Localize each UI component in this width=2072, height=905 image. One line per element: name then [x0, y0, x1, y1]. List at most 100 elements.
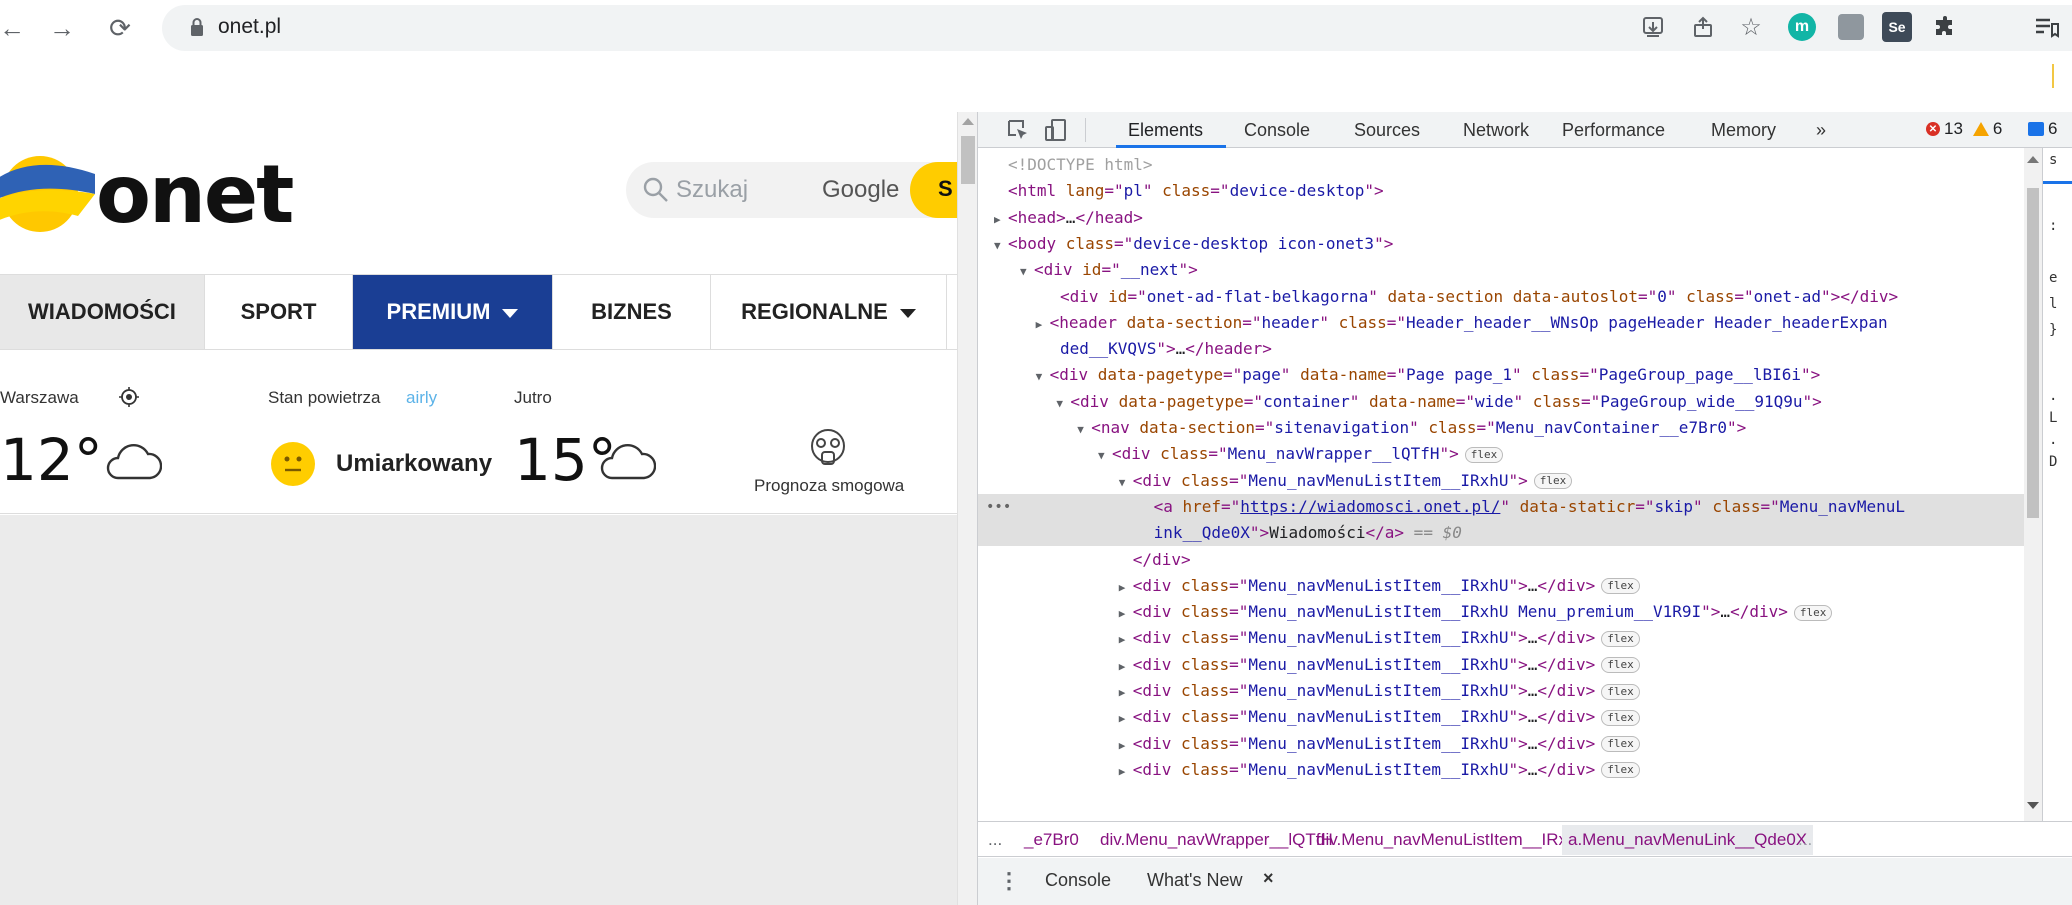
- lock-icon[interactable]: [190, 17, 204, 37]
- airly-logo[interactable]: airly: [406, 388, 437, 408]
- scroll-down-arrow-icon[interactable]: [2027, 802, 2039, 809]
- extension-m-icon[interactable]: m: [1788, 13, 1816, 41]
- flex-badge[interactable]: flex: [1601, 578, 1640, 595]
- node-actions-icon[interactable]: •••: [986, 494, 1011, 520]
- dom-node[interactable]: ▶ <head>…</head>: [978, 205, 2024, 231]
- dom-node[interactable]: ▶ <div class="Menu_navMenuListItem__IRxhU…: [978, 757, 2024, 783]
- flex-badge[interactable]: flex: [1793, 604, 1833, 621]
- issues-counter[interactable]: ✕ 13 6: [1926, 119, 2002, 139]
- dom-node[interactable]: ▶ <div class="Menu_navMenuListItem__IRxhU…: [978, 731, 2024, 757]
- expanded-triangle-icon[interactable]: ▼: [1056, 391, 1070, 417]
- dom-node-selected[interactable]: <a href="https://wiadomosci.onet.pl/" da…: [978, 493, 2024, 520]
- search-input[interactable]: Szukaj: [676, 176, 748, 204]
- dom-node[interactable]: ▶ <div class="Menu_navMenuListItem__IRxhU…: [978, 652, 2024, 678]
- dom-node[interactable]: </div>: [978, 547, 2024, 573]
- tab-performance[interactable]: Performance: [1562, 120, 1665, 141]
- drawer-tab-console[interactable]: Console: [1045, 870, 1111, 891]
- gas-mask-icon[interactable]: [806, 426, 850, 470]
- tab-sources[interactable]: Sources: [1354, 120, 1420, 141]
- messages-counter[interactable]: 6: [2028, 119, 2057, 139]
- breadcrumb-item-selected[interactable]: a.Menu_navMenuLink__Qde0X: [1562, 825, 1814, 855]
- scrollbar-thumb[interactable]: [2027, 188, 2039, 518]
- puzzle-icon[interactable]: [1928, 10, 1962, 44]
- menu-item-wiadomosci[interactable]: WIADOMOŚCI: [0, 275, 205, 349]
- dom-node[interactable]: <!DOCTYPE html>: [978, 152, 2024, 178]
- device-toolbar-icon[interactable]: [1044, 118, 1068, 142]
- install-icon[interactable]: [1636, 10, 1670, 44]
- more-tabs-button[interactable]: »: [1816, 120, 1826, 141]
- menu-item-biznes[interactable]: BIZNES: [553, 275, 711, 349]
- dom-node[interactable]: ded__KVQVS">…</header>: [978, 336, 2024, 362]
- flex-badge[interactable]: flex: [1601, 657, 1640, 674]
- breadcrumb-item[interactable]: _e7Br0: [1024, 830, 1079, 850]
- weather-city[interactable]: Warszawa: [0, 388, 79, 408]
- breadcrumb-item[interactable]: div.Menu_navMenuListItem__IRxhU: [1316, 830, 1589, 850]
- extension-square-icon[interactable]: [1838, 14, 1864, 40]
- dom-node[interactable]: ▼ <body class="device-desktop icon-onet3"…: [978, 231, 2024, 257]
- inspect-element-icon[interactable]: [1006, 118, 1030, 142]
- onet-logo[interactable]: onet: [0, 142, 300, 241]
- star-icon[interactable]: ☆: [1734, 10, 1768, 44]
- reload-icon[interactable]: ⟳: [100, 8, 140, 48]
- elements-tree[interactable]: <!DOCTYPE html> <html lang="pl" class="de…: [978, 148, 2024, 821]
- expanded-triangle-icon[interactable]: ▼: [1036, 364, 1050, 390]
- dom-node[interactable]: <html lang="pl" class="device-desktop">: [978, 178, 2024, 204]
- expanded-triangle-icon[interactable]: ▼: [1098, 443, 1112, 469]
- dom-node[interactable]: ▶ <div class="Menu_navMenuListItem__IRxhU…: [978, 625, 2024, 651]
- dom-node[interactable]: ▶ <div class="Menu_navMenuListItem__IRxhU…: [978, 678, 2024, 704]
- share-icon[interactable]: [1686, 10, 1720, 44]
- menu-item-premium[interactable]: PREMIUM: [353, 275, 553, 349]
- tab-memory[interactable]: Memory: [1711, 120, 1776, 141]
- flex-badge[interactable]: flex: [1601, 709, 1640, 726]
- address-url[interactable]: onet.pl: [218, 15, 281, 39]
- reading-list-icon[interactable]: [2030, 10, 2064, 44]
- dom-node[interactable]: <div id="onet-ad-flat-belkagorna" data-s…: [978, 284, 2024, 310]
- collapsed-triangle-icon[interactable]: ▶: [1119, 601, 1133, 627]
- expanded-triangle-icon[interactable]: ▼: [1077, 417, 1091, 443]
- flex-badge[interactable]: flex: [1601, 762, 1640, 779]
- breadcrumb-overflow[interactable]: ...: [1798, 830, 1812, 850]
- search-button[interactable]: S: [910, 162, 957, 218]
- expanded-triangle-icon[interactable]: ▼: [994, 233, 1008, 259]
- collapsed-triangle-icon[interactable]: ▶: [994, 207, 1008, 233]
- location-icon[interactable]: [118, 386, 140, 408]
- page-scrollbar[interactable]: [957, 112, 977, 905]
- menu-item-regionalne[interactable]: REGIONALNE: [711, 275, 947, 349]
- scroll-up-arrow-icon[interactable]: [2027, 156, 2039, 163]
- collapsed-triangle-icon[interactable]: ▶: [1119, 627, 1133, 653]
- smog-forecast-link[interactable]: Prognoza smogowa: [754, 476, 904, 496]
- elements-scrollbar[interactable]: [2024, 148, 2042, 821]
- search-box[interactable]: Szukaj Google S: [626, 162, 957, 218]
- collapsed-triangle-icon[interactable]: ▶: [1036, 312, 1050, 338]
- address-bar[interactable]: onet.pl: [162, 5, 2072, 51]
- tab-network[interactable]: Network: [1463, 120, 1529, 141]
- breadcrumb-item[interactable]: div.Menu_navWrapper__lQTfH: [1100, 830, 1333, 850]
- selenium-icon[interactable]: Se: [1882, 12, 1912, 42]
- collapsed-triangle-icon[interactable]: ▶: [1119, 654, 1133, 680]
- dom-node[interactable]: ▼ <div class="Menu_navWrapper__lQTfH"> fle…: [978, 441, 2024, 467]
- collapsed-triangle-icon[interactable]: ▶: [1119, 575, 1133, 601]
- collapsed-triangle-icon[interactable]: ▶: [1119, 733, 1133, 759]
- tab-console[interactable]: Console: [1244, 120, 1310, 141]
- drawer-tab-whats-new[interactable]: What's New: [1147, 870, 1242, 891]
- breadcrumb-overflow[interactable]: ...: [988, 830, 1002, 850]
- dom-node[interactable]: ▶ <div class="Menu_navMenuListItem__IRxhU…: [978, 704, 2024, 730]
- tab-elements[interactable]: Elements: [1128, 120, 1203, 141]
- code-token[interactable]: https://wiadomosci.onet.pl/: [1240, 497, 1500, 516]
- dom-node[interactable]: ▼ <div id="__next">: [978, 257, 2024, 283]
- expanded-triangle-icon[interactable]: ▼: [1020, 259, 1034, 285]
- dom-node[interactable]: ▼ <nav data-section="sitenavigation" clas…: [978, 415, 2024, 441]
- dom-node-selected[interactable]: ink__Qde0X">Wiadomości</a> == $0: [978, 520, 2024, 547]
- dom-node[interactable]: ▶ <div class="Menu_navMenuListItem__IRxhU…: [978, 599, 2024, 625]
- flex-badge[interactable]: flex: [1601, 736, 1640, 753]
- drawer-menu-icon[interactable]: ⋮: [998, 868, 1020, 894]
- dom-node[interactable]: ▼ <div data-pagetype="page" data-name="Pa…: [978, 362, 2024, 388]
- flex-badge[interactable]: flex: [1601, 683, 1640, 700]
- flex-badge[interactable]: flex: [1601, 630, 1640, 647]
- back-icon[interactable]: ←: [0, 8, 32, 48]
- expanded-triangle-icon[interactable]: ▼: [1119, 470, 1133, 496]
- collapsed-triangle-icon[interactable]: ▶: [1119, 680, 1133, 706]
- scroll-up-arrow-icon[interactable]: [962, 118, 974, 125]
- dom-node[interactable]: ▼ <div class="Menu_navMenuListItem__IRxhU…: [978, 468, 2024, 494]
- scrollbar-thumb[interactable]: [961, 136, 975, 184]
